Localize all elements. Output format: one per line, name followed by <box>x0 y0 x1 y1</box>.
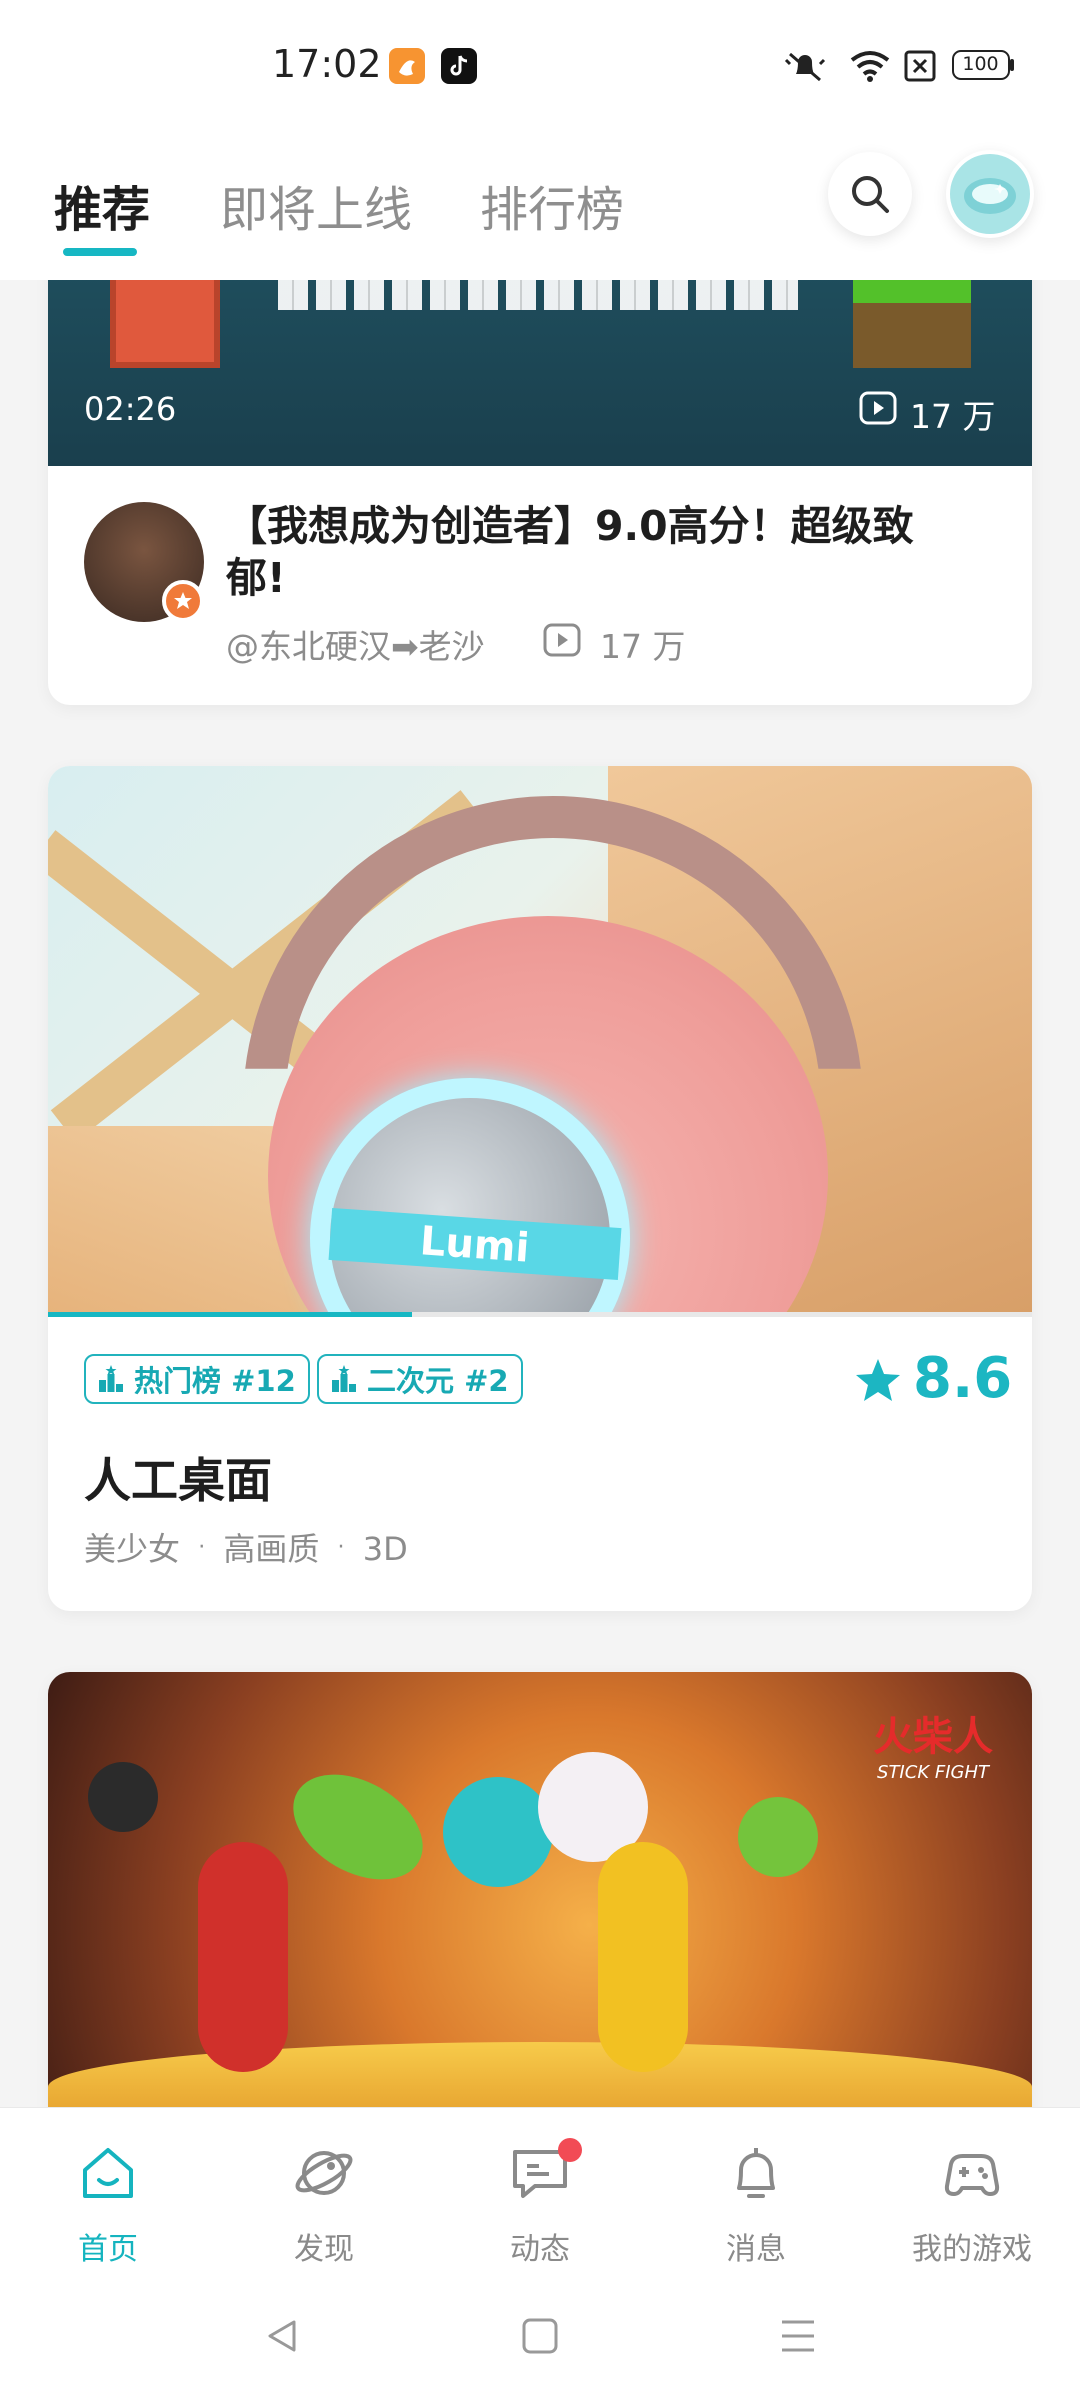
avatar <box>950 154 1030 234</box>
game-tags: 美少女 · 高画质 · 3D <box>84 1524 408 1570</box>
gamepad-icon <box>944 2154 1000 2196</box>
video-title[interactable]: 【我想成为创造者】9.0高分！超级致 郁! <box>226 500 1006 604</box>
green-stickman-head <box>738 1797 818 1877</box>
spiked-ball <box>88 1762 158 1832</box>
rank-badge-acg[interactable]: 二次元 #2 <box>317 1354 523 1404</box>
game-card[interactable]: Lumi 热门榜 #12 二次元 #2 8.6 人工桌面 美少女 · 高画质 ·… <box>48 766 1032 1611</box>
battery-icon: 100 <box>952 50 1010 80</box>
home-square-icon[interactable] <box>520 2316 560 2356</box>
search-icon <box>852 176 889 213</box>
video-views: 17 万 <box>600 627 686 666</box>
search-button[interactable] <box>828 152 912 236</box>
verified-badge-icon <box>162 580 204 622</box>
game-tag: 美少女 <box>84 1530 181 1568</box>
battery-tip <box>1010 59 1014 71</box>
nav-label: 动态 <box>510 2232 570 2267</box>
cyan-stickman-head <box>443 1777 553 1887</box>
game-title[interactable]: 人工桌面 <box>84 1442 272 1511</box>
green-stickman-head <box>274 1753 442 1901</box>
tab-upcoming[interactable]: 即将上线 <box>220 170 412 240</box>
tag-separator: · <box>337 1535 345 1560</box>
tab-ranking[interactable]: 排行榜 <box>480 170 624 240</box>
game-tag: 3D <box>362 1530 408 1568</box>
planet-icon <box>295 2151 353 2195</box>
nav-label: 消息 <box>726 2232 786 2267</box>
game-banner[interactable]: Lumi <box>48 766 1032 1312</box>
red-stickman <box>198 1842 288 2072</box>
mute-bell-icon <box>784 52 826 82</box>
game-rating: 8.6 <box>913 1346 1013 1411</box>
notification-dot <box>558 2138 582 2162</box>
battery-level: 100 <box>962 53 999 75</box>
nav-home[interactable]: 首页 <box>0 2128 216 2267</box>
status-bar: 17:02 100 <box>0 0 1080 130</box>
tag-separator: · <box>198 1535 206 1560</box>
wifi-icon <box>850 51 890 82</box>
nav-label: 首页 <box>78 2232 138 2267</box>
nav-messages[interactable]: 消息 <box>648 2128 864 2267</box>
nav-discover[interactable]: 发现 <box>216 2128 432 2267</box>
top-tab-bar: 推荐 即将上线 排行榜 <box>0 130 1080 280</box>
menu-icon[interactable] <box>778 2316 818 2356</box>
home-icon <box>83 2148 133 2198</box>
bottom-navigation: 首页 发现 动态 消息 我的游戏 <box>0 2107 1080 2271</box>
video-title-line2: 郁! <box>226 554 286 602</box>
video-card[interactable]: 02:26 17 万 【我想成为创造者】9.0高分！超级致 郁! @东北硬汉➡老… <box>48 250 1032 705</box>
user-avatar-button[interactable] <box>946 150 1034 238</box>
play-count-icon <box>543 623 581 657</box>
logo-title: 火柴人 <box>873 1714 993 1760</box>
yellow-stickman <box>598 1842 688 2072</box>
uc-browser-icon <box>389 48 425 84</box>
video-thumbnail[interactable]: 02:26 17 万 <box>48 250 1032 466</box>
game-card-stickfight[interactable]: 火柴人 STICK FIGHT <box>48 1672 1032 2132</box>
nav-my-games[interactable]: 我的游戏 <box>864 2128 1080 2267</box>
no-sim-icon <box>904 50 936 82</box>
tiktok-icon <box>441 48 477 84</box>
video-progress-fill <box>48 1312 413 1317</box>
tab-recommend[interactable]: 推荐 <box>54 170 150 240</box>
logo-subtitle: STICK FIGHT <box>877 1762 989 1783</box>
game-tag: 高画质 <box>223 1530 320 1568</box>
stickfight-logo: 火柴人 STICK FIGHT <box>858 1704 1008 1783</box>
video-views-overlay: 17 万 <box>910 397 996 436</box>
lumi-text: Lumi <box>418 1218 531 1272</box>
back-icon[interactable] <box>262 2316 302 2356</box>
rank-badge-hot[interactable]: 热门榜 #12 <box>84 1354 310 1404</box>
bell-icon <box>737 2148 775 2198</box>
status-time: 17:02 <box>272 42 382 86</box>
nav-label: 我的游戏 <box>912 2232 1032 2267</box>
rank-badge-label: 二次元 #2 <box>367 1364 509 1398</box>
podium-icon <box>332 1365 356 1392</box>
star-icon <box>856 1359 900 1401</box>
play-count-icon <box>859 391 897 425</box>
nav-label: 发现 <box>294 2232 354 2267</box>
video-author[interactable]: @东北硬汉➡老沙 <box>226 620 485 668</box>
video-duration: 02:26 <box>84 390 177 428</box>
active-tab-indicator <box>63 248 137 256</box>
video-title-line1: 【我想成为创造者】9.0高分！超级致 <box>226 502 914 550</box>
podium-icon <box>99 1365 123 1392</box>
stickfight-banner[interactable]: 火柴人 STICK FIGHT <box>48 1672 1032 2132</box>
nav-activity[interactable]: 动态 <box>432 2128 648 2267</box>
rank-badge-label: 热门榜 #12 <box>134 1364 296 1398</box>
system-navigation-bar <box>0 2270 1080 2400</box>
